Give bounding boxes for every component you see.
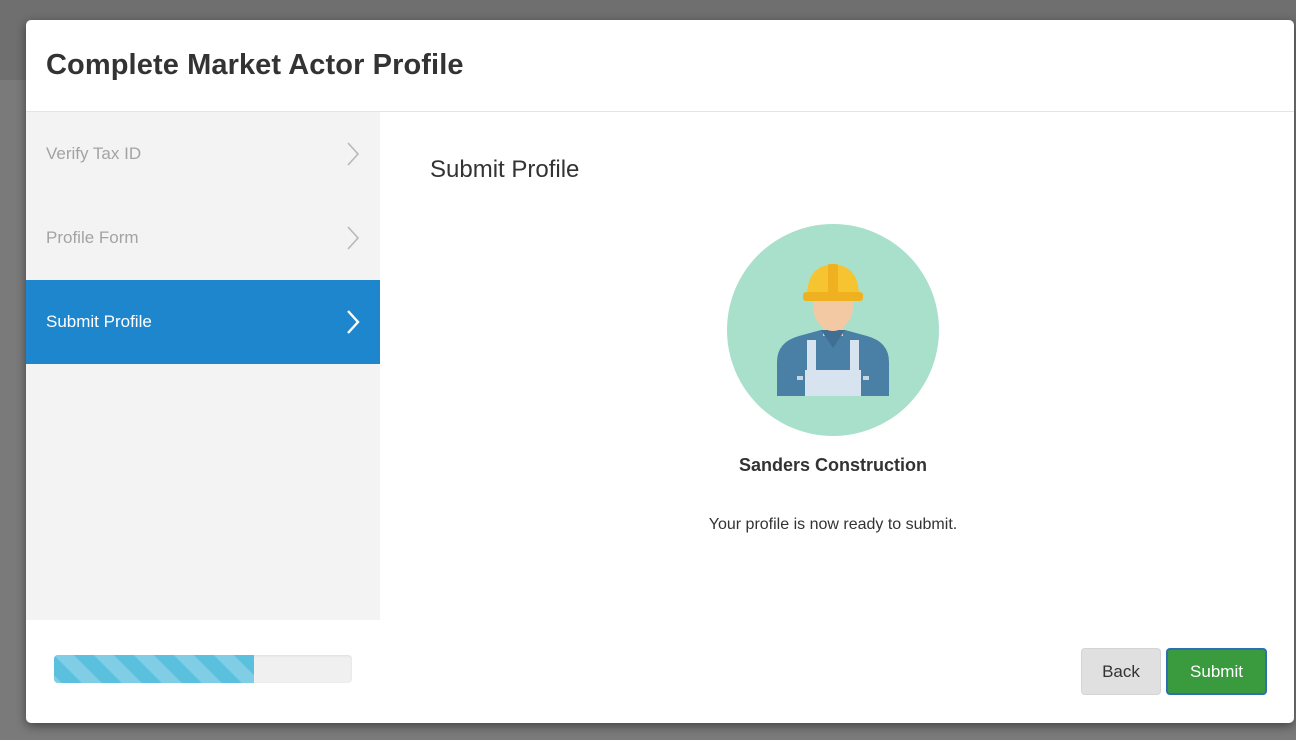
modal-header: Complete Market Actor Profile bbox=[26, 20, 1294, 112]
ready-message: Your profile is now ready to submit. bbox=[708, 516, 958, 533]
sidebar-step-label: Submit Profile bbox=[46, 312, 152, 331]
chevron-right-icon bbox=[346, 225, 360, 251]
company-name: Sanders Construction bbox=[738, 455, 928, 475]
chevron-right-icon bbox=[346, 141, 360, 167]
sidebar-step-profile-form[interactable]: Profile Form bbox=[26, 196, 380, 280]
main-panel: Submit Profile Sanders Construction Your… bbox=[380, 112, 1294, 620]
section-title: Submit Profile bbox=[430, 156, 580, 183]
profile-modal: Complete Market Actor Profile Verify Tax… bbox=[26, 20, 1294, 723]
progress-bar-fill bbox=[54, 655, 254, 683]
modal-title: Complete Market Actor Profile bbox=[46, 49, 464, 81]
sidebar-step-submit-profile[interactable]: Submit Profile bbox=[26, 280, 380, 364]
construction-worker-icon bbox=[727, 224, 939, 436]
modal-footer: Back Submit bbox=[26, 620, 1294, 723]
submit-button[interactable]: Submit bbox=[1166, 648, 1267, 695]
sidebar-step-verify-tax-id[interactable]: Verify Tax ID bbox=[26, 112, 380, 196]
progress-bar bbox=[54, 655, 352, 683]
back-button[interactable]: Back bbox=[1081, 648, 1161, 695]
sidebar-step-label: Verify Tax ID bbox=[46, 144, 142, 163]
wizard-sidebar: Verify Tax ID Profile Form Submit Profil… bbox=[26, 112, 380, 620]
sidebar-step-label: Profile Form bbox=[46, 228, 139, 247]
chevron-right-icon bbox=[346, 309, 360, 335]
modal-body: Verify Tax ID Profile Form Submit Profil… bbox=[26, 112, 1294, 620]
